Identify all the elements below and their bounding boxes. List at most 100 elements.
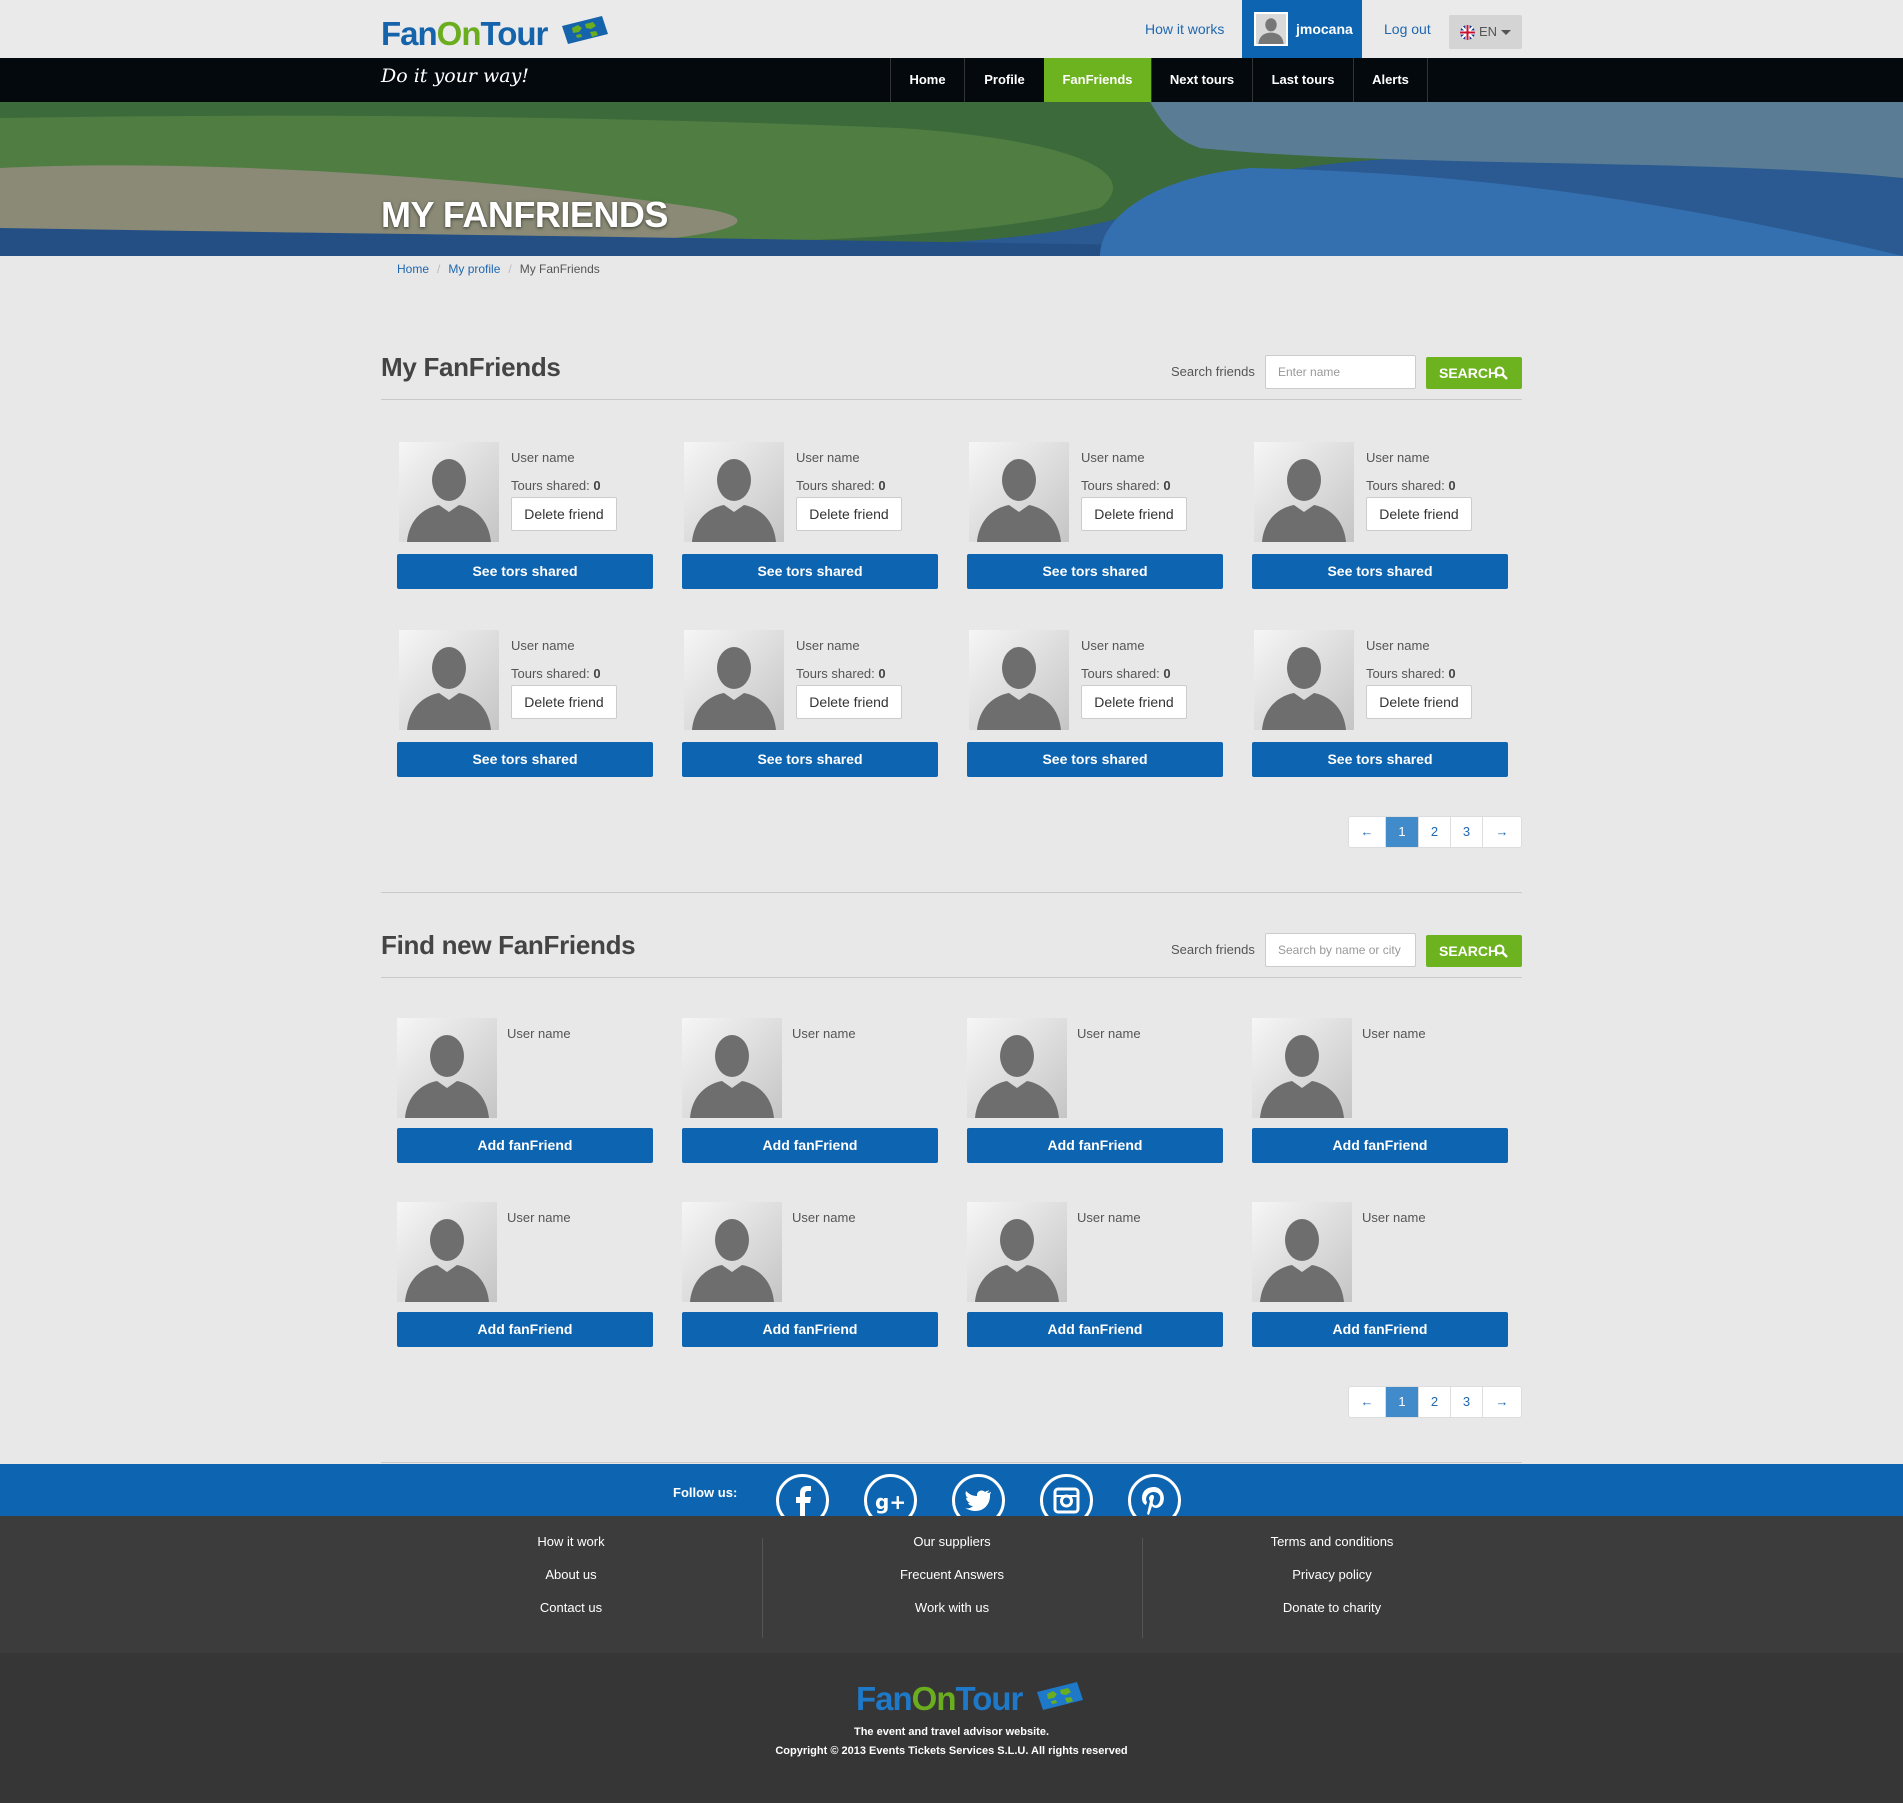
avatar[interactable] — [397, 1018, 497, 1118]
pager-page-3[interactable]: 3 — [1451, 817, 1483, 847]
add-fanfriend-button[interactable]: Add fanFriend — [1252, 1128, 1508, 1163]
find-search-button[interactable]: SEARCH — [1426, 935, 1522, 967]
search-friends-button[interactable]: SEARCH — [1426, 357, 1522, 389]
pager-page-2[interactable]: 2 — [1419, 1387, 1451, 1417]
breadcrumb: Home / My profile / My FanFriends — [397, 262, 600, 276]
delete-friend-button[interactable]: Delete friend — [796, 497, 902, 531]
avatar[interactable] — [682, 1202, 782, 1302]
avatar[interactable] — [1252, 1202, 1352, 1302]
footer-link-work-with-us[interactable]: Work with us — [762, 1600, 1142, 1633]
nav-alerts[interactable]: Alerts — [1353, 58, 1428, 102]
pager-prev[interactable]: ← — [1349, 1387, 1386, 1417]
see-tours-shared-button[interactable]: See tors shared — [1252, 554, 1508, 589]
user-name[interactable]: User name — [792, 1026, 856, 1041]
footer-link-how-it-work[interactable]: How it work — [381, 1534, 761, 1567]
google-plus-icon[interactable]: g+ — [864, 1474, 917, 1516]
instagram-icon[interactable] — [1040, 1474, 1093, 1516]
footer-link-our-suppliers[interactable]: Our suppliers — [762, 1534, 1142, 1567]
footer-link-about-us[interactable]: About us — [381, 1567, 761, 1600]
find-search-input[interactable]: Search by name or city — [1265, 933, 1416, 967]
user-name[interactable]: User name — [1362, 1026, 1426, 1041]
footer-link-terms[interactable]: Terms and conditions — [1142, 1534, 1522, 1567]
avatar[interactable] — [1254, 442, 1354, 542]
breadcrumb-home[interactable]: Home — [397, 262, 429, 276]
see-tours-shared-button[interactable]: See tors shared — [397, 554, 653, 589]
add-fanfriend-button[interactable]: Add fanFriend — [967, 1128, 1223, 1163]
breadcrumb-my-profile[interactable]: My profile — [448, 262, 500, 276]
user-name[interactable]: User name — [796, 450, 860, 465]
pager-prev[interactable]: ← — [1349, 817, 1386, 847]
footer-link-contact-us[interactable]: Contact us — [381, 1600, 761, 1633]
avatar[interactable] — [967, 1018, 1067, 1118]
user-name[interactable]: User name — [507, 1026, 571, 1041]
delete-friend-button[interactable]: Delete friend — [511, 685, 617, 719]
user-menu[interactable]: jmocana — [1242, 0, 1362, 58]
avatar[interactable] — [1254, 630, 1354, 730]
pager-page-1[interactable]: 1 — [1386, 1387, 1419, 1417]
pager-next[interactable]: → — [1483, 817, 1521, 847]
user-name[interactable]: User name — [792, 1210, 856, 1225]
nav-next-tours[interactable]: Next tours — [1151, 58, 1252, 102]
nav-last-tours[interactable]: Last tours — [1252, 58, 1353, 102]
pinterest-icon[interactable] — [1128, 1474, 1181, 1516]
user-name[interactable]: User name — [1362, 1210, 1426, 1225]
delete-friend-button[interactable]: Delete friend — [511, 497, 617, 531]
see-tours-shared-button[interactable]: See tors shared — [967, 742, 1223, 777]
delete-friend-button[interactable]: Delete friend — [1081, 685, 1187, 719]
delete-friend-button[interactable]: Delete friend — [1081, 497, 1187, 531]
user-name[interactable]: User name — [511, 450, 575, 465]
pager-next[interactable]: → — [1483, 1387, 1521, 1417]
delete-friend-button[interactable]: Delete friend — [1366, 497, 1472, 531]
twitter-icon[interactable] — [952, 1474, 1005, 1516]
footer-link-donate[interactable]: Donate to charity — [1142, 1600, 1522, 1633]
pager-page-1[interactable]: 1 — [1386, 817, 1419, 847]
avatar[interactable] — [684, 442, 784, 542]
logout-link[interactable]: Log out — [1384, 0, 1431, 58]
see-tours-shared-button[interactable]: See tors shared — [1252, 742, 1508, 777]
avatar[interactable] — [969, 630, 1069, 730]
nav-profile[interactable]: Profile — [964, 58, 1044, 102]
avatar[interactable] — [399, 630, 499, 730]
logo[interactable]: FanOnTour — [381, 14, 610, 54]
pager-page-3[interactable]: 3 — [1451, 1387, 1483, 1417]
avatar[interactable] — [684, 630, 784, 730]
pager-page-2[interactable]: 2 — [1419, 817, 1451, 847]
avatar[interactable] — [397, 1202, 497, 1302]
avatar[interactable] — [967, 1202, 1067, 1302]
see-tours-shared-button[interactable]: See tors shared — [682, 742, 938, 777]
suggested-friend-card: User name Add fanFriend — [397, 1202, 653, 1347]
footer-logo[interactable]: FanOnTour — [856, 1680, 1085, 1718]
add-fanfriend-button[interactable]: Add fanFriend — [1252, 1312, 1508, 1347]
add-fanfriend-button[interactable]: Add fanFriend — [397, 1312, 653, 1347]
add-fanfriend-button[interactable]: Add fanFriend — [682, 1128, 938, 1163]
avatar[interactable] — [969, 442, 1069, 542]
avatar[interactable] — [1252, 1018, 1352, 1118]
footer-link-frecuent-answers[interactable]: Frecuent Answers — [762, 1567, 1142, 1600]
user-name[interactable]: User name — [796, 638, 860, 653]
how-it-works-link[interactable]: How it works — [1145, 0, 1224, 58]
delete-friend-button[interactable]: Delete friend — [796, 685, 902, 719]
search-friends-input[interactable]: Enter name — [1265, 355, 1416, 389]
user-name[interactable]: User name — [507, 1210, 571, 1225]
user-name[interactable]: User name — [1366, 638, 1430, 653]
avatar[interactable] — [682, 1018, 782, 1118]
see-tours-shared-button[interactable]: See tors shared — [397, 742, 653, 777]
add-fanfriend-button[interactable]: Add fanFriend — [397, 1128, 653, 1163]
add-fanfriend-button[interactable]: Add fanFriend — [682, 1312, 938, 1347]
add-fanfriend-button[interactable]: Add fanFriend — [967, 1312, 1223, 1347]
avatar[interactable] — [399, 442, 499, 542]
language-selector[interactable]: EN — [1449, 15, 1522, 49]
user-name[interactable]: User name — [1081, 450, 1145, 465]
delete-friend-button[interactable]: Delete friend — [1366, 685, 1472, 719]
see-tours-shared-button[interactable]: See tors shared — [967, 554, 1223, 589]
user-name[interactable]: User name — [1366, 450, 1430, 465]
nav-home[interactable]: Home — [890, 58, 964, 102]
see-tours-shared-button[interactable]: See tors shared — [682, 554, 938, 589]
facebook-icon[interactable] — [776, 1474, 829, 1516]
user-name[interactable]: User name — [511, 638, 575, 653]
footer-link-privacy[interactable]: Privacy policy — [1142, 1567, 1522, 1600]
user-name[interactable]: User name — [1081, 638, 1145, 653]
user-name[interactable]: User name — [1077, 1210, 1141, 1225]
user-name[interactable]: User name — [1077, 1026, 1141, 1041]
nav-fanfriends[interactable]: FanFriends — [1044, 58, 1151, 102]
